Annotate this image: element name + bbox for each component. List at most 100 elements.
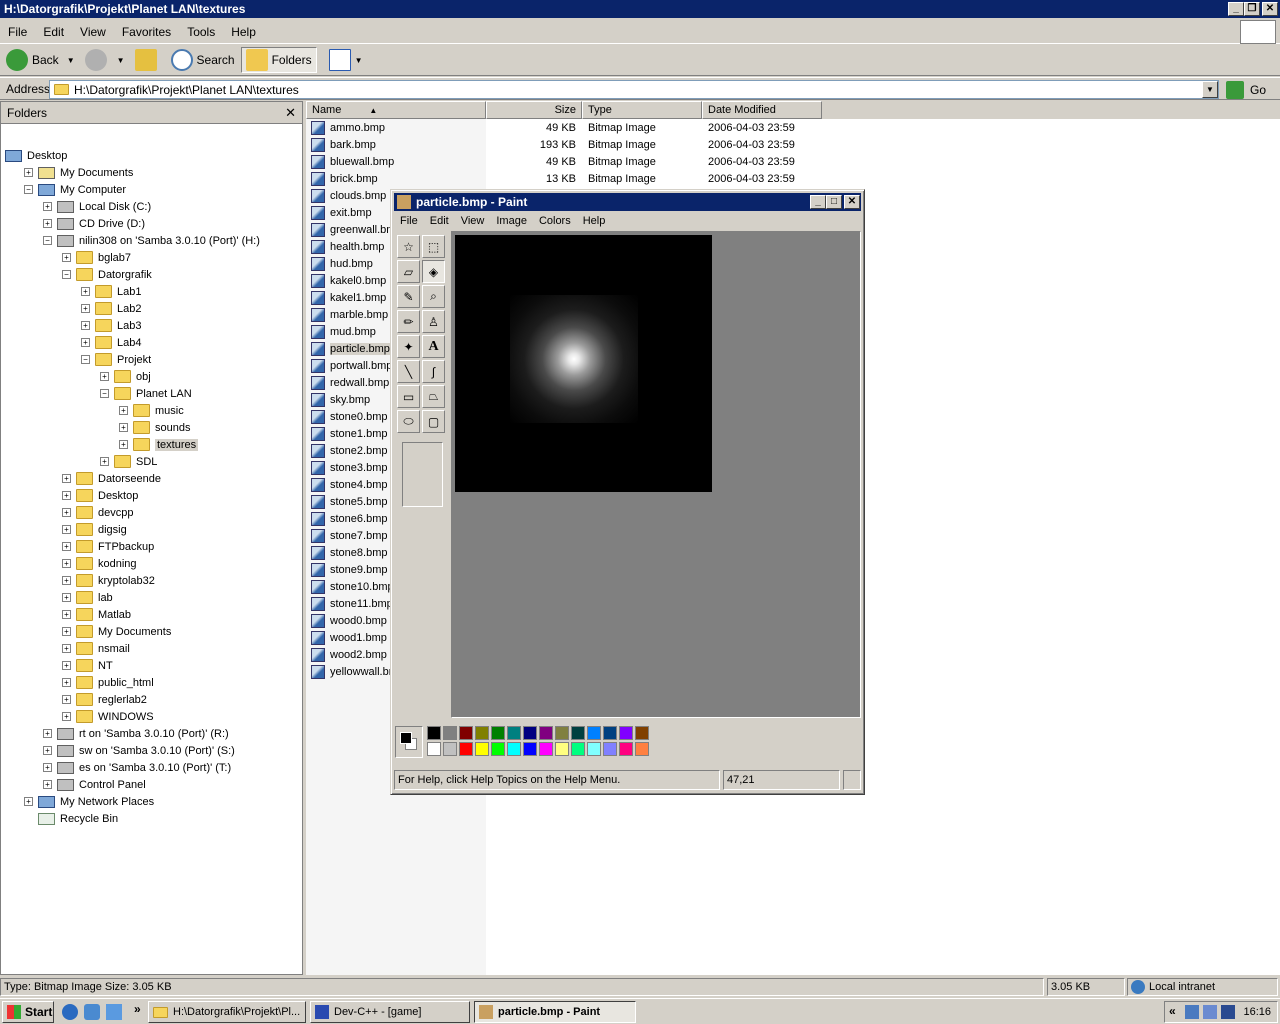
tree-item-lab1[interactable]: + Lab1 xyxy=(81,283,141,300)
show-desktop-icon[interactable] xyxy=(106,1004,122,1020)
tray-expand-icon[interactable]: « xyxy=(1169,1004,1176,1018)
expand-icon[interactable]: + xyxy=(62,712,71,721)
paint-close-button[interactable]: ✕ xyxy=(844,195,860,209)
line-tool-icon[interactable]: ╲ xyxy=(397,360,420,383)
color-swatch[interactable] xyxy=(443,726,457,740)
close-icon[interactable]: ✕ xyxy=(285,105,296,121)
color-swatch[interactable] xyxy=(619,726,633,740)
color-picker-tool-icon[interactable]: ✎ xyxy=(397,285,420,308)
network-tray-icon[interactable] xyxy=(1185,1005,1199,1019)
paint-canvas-area[interactable] xyxy=(451,231,861,718)
color-swatch[interactable] xyxy=(603,726,617,740)
menu-help[interactable]: Help xyxy=(223,25,264,39)
internet-explorer-icon[interactable] xyxy=(62,1004,78,1020)
tree-item-recycle-bin[interactable]: Recycle Bin xyxy=(24,810,118,827)
color-swatch[interactable] xyxy=(587,726,601,740)
rectangle-tool-icon[interactable]: ▭ xyxy=(397,385,420,408)
paint-menu-file[interactable]: File xyxy=(394,215,424,227)
forward-button[interactable]: ▼ xyxy=(81,47,129,73)
color-swatch[interactable] xyxy=(523,742,537,756)
minimize-button[interactable]: _ xyxy=(1228,2,1244,16)
expand-icon[interactable]: + xyxy=(43,780,52,789)
tree-item-planet-lan[interactable]: − Planet LAN xyxy=(100,385,192,402)
tree-item-reglerlab2[interactable]: + reglerlab2 xyxy=(62,691,147,708)
color-swatch[interactable] xyxy=(539,742,553,756)
column-date[interactable]: Date Modified xyxy=(702,101,822,119)
tree-item-music[interactable]: + music xyxy=(119,402,184,419)
expand-icon[interactable]: + xyxy=(43,219,52,228)
expand-icon[interactable]: + xyxy=(43,729,52,738)
tree-item-kodning[interactable]: + kodning xyxy=(62,555,137,572)
paint-minimize-button[interactable]: _ xyxy=(810,195,826,209)
tree-item-windows[interactable]: + WINDOWS xyxy=(62,708,154,725)
paint-menu-help[interactable]: Help xyxy=(577,215,612,227)
folders-button[interactable]: Folders xyxy=(240,47,317,73)
column-name[interactable]: Name ▲ xyxy=(306,101,486,119)
color-swatch[interactable] xyxy=(459,726,473,740)
color-swatch[interactable] xyxy=(475,726,489,740)
column-size[interactable]: Size xyxy=(486,101,582,119)
expand-icon[interactable]: + xyxy=(62,508,71,517)
expand-icon[interactable]: + xyxy=(24,797,33,806)
collapse-icon[interactable]: − xyxy=(43,236,52,245)
task-devcpp[interactable]: Dev-C++ - [game] xyxy=(310,1001,470,1023)
polygon-tool-icon[interactable]: ⏢ xyxy=(422,385,445,408)
expand-icon[interactable]: + xyxy=(119,423,128,432)
tree-item-nsmail[interactable]: + nsmail xyxy=(62,640,130,657)
airbrush-tool-icon[interactable]: ✦ xyxy=(397,335,420,358)
tree-item-sdl[interactable]: + SDL xyxy=(100,453,157,470)
paint-maximize-button[interactable]: □ xyxy=(826,195,842,209)
volume-icon[interactable] xyxy=(1221,1005,1235,1019)
color-swatch[interactable] xyxy=(571,742,585,756)
task-explorer[interactable]: H:\Datorgrafik\Projekt\Pl... xyxy=(148,1001,306,1023)
expand-icon[interactable]: + xyxy=(81,338,90,347)
tree-item-lab4[interactable]: + Lab4 xyxy=(81,334,141,351)
color-swatch[interactable] xyxy=(507,726,521,740)
color-swatch[interactable] xyxy=(459,742,473,756)
tree-item-textures[interactable]: + textures xyxy=(119,436,199,453)
color-swatch[interactable] xyxy=(635,726,649,740)
menu-edit[interactable]: Edit xyxy=(35,25,72,39)
expand-icon[interactable]: + xyxy=(62,576,71,585)
resize-grip-icon[interactable] xyxy=(843,770,861,790)
views-button[interactable]: ▼ xyxy=(325,47,367,73)
go-button[interactable]: Go xyxy=(1226,79,1266,100)
color-swatch[interactable] xyxy=(427,726,441,740)
paint-menu-image[interactable]: Image xyxy=(490,215,533,227)
fill-tool-icon[interactable]: ◈ xyxy=(422,260,445,283)
menu-file[interactable]: File xyxy=(0,25,35,39)
outlook-express-icon[interactable] xyxy=(84,1004,100,1020)
menu-tools[interactable]: Tools xyxy=(179,25,223,39)
expand-icon[interactable]: + xyxy=(62,525,71,534)
tree-item-my-network-places[interactable]: + My Network Places xyxy=(24,793,154,810)
ellipse-tool-icon[interactable]: ⬭ xyxy=(397,410,420,433)
text-tool-icon[interactable]: A xyxy=(422,335,445,358)
curve-tool-icon[interactable]: ∫ xyxy=(422,360,445,383)
color-swatch[interactable] xyxy=(475,742,489,756)
tree-item-kryptolab32[interactable]: + kryptolab32 xyxy=(62,572,155,589)
rounded-rect-tool-icon[interactable]: ▢ xyxy=(422,410,445,433)
dropdown-arrow-icon[interactable]: ▼ xyxy=(117,56,125,65)
current-colors[interactable] xyxy=(395,726,423,758)
color-swatch[interactable] xyxy=(491,726,505,740)
tree-item-matlab[interactable]: + Matlab xyxy=(62,606,131,623)
menu-view[interactable]: View xyxy=(72,25,114,39)
tree-item-obj[interactable]: + obj xyxy=(100,368,151,385)
tree-item-desktop[interactable]: Desktop xyxy=(5,147,67,164)
magnifier-tool-icon[interactable]: ⌕ xyxy=(422,285,445,308)
tree-item-devcpp[interactable]: + devcpp xyxy=(62,504,133,521)
color-swatch[interactable] xyxy=(427,742,441,756)
tree-item-nt[interactable]: + NT xyxy=(62,657,113,674)
restore-button[interactable]: ❐ xyxy=(1244,2,1260,16)
paint-menu-view[interactable]: View xyxy=(455,215,491,227)
collapse-icon[interactable]: − xyxy=(24,185,33,194)
expand-icon[interactable]: + xyxy=(62,661,71,670)
tree-item-es-on-samba-3-0-10-port-t[interactable]: + es on 'Samba 3.0.10 (Port)' (T:) xyxy=(43,759,231,776)
paint-menu-edit[interactable]: Edit xyxy=(424,215,455,227)
color-swatch[interactable] xyxy=(443,742,457,756)
color-swatch[interactable] xyxy=(635,742,649,756)
expand-icon[interactable]: + xyxy=(62,491,71,500)
close-button[interactable]: ✕ xyxy=(1262,2,1278,16)
color-swatch[interactable] xyxy=(539,726,553,740)
expand-icon[interactable]: + xyxy=(62,593,71,602)
